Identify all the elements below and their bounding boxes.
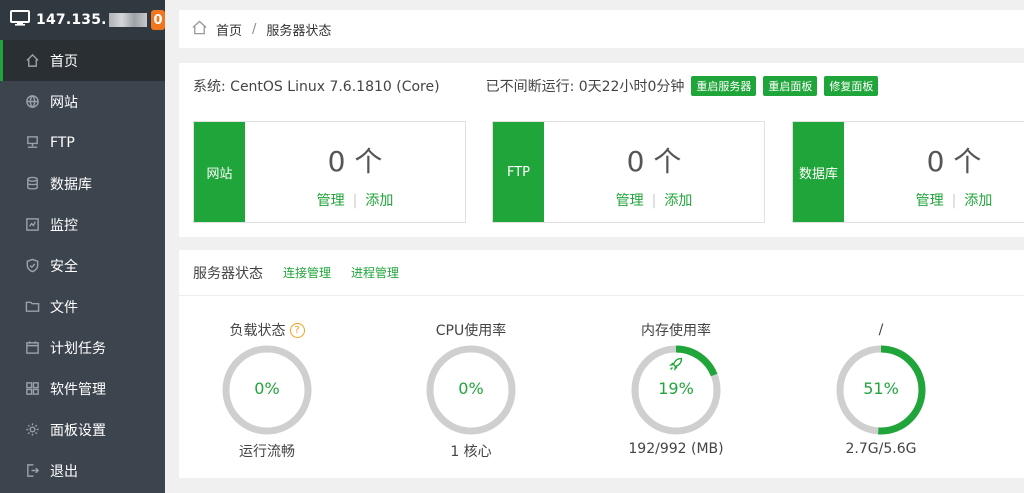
breadcrumb-current: 服务器状态 xyxy=(266,23,332,39)
add-link[interactable]: 添加 xyxy=(964,193,992,209)
server-ip: 147.135. xyxy=(36,12,107,28)
memory-gauge[interactable]: 内存使用率 19% 192/992 (MB) xyxy=(611,320,741,457)
gauge-foot: 192/992 (MB) xyxy=(628,441,724,457)
status-header: 服务器状态 连接管理 进程管理 xyxy=(179,250,1024,296)
card-label: 网站 xyxy=(194,122,245,222)
notification-badge[interactable]: 0 xyxy=(151,10,165,30)
logout-icon xyxy=(24,463,40,479)
manage-link[interactable]: 管理 xyxy=(616,193,644,209)
calendar-icon xyxy=(24,340,40,356)
sidebar-item-software[interactable]: 软件管理 xyxy=(0,368,165,409)
link-divider: | xyxy=(651,193,657,209)
add-link[interactable]: 添加 xyxy=(365,193,393,209)
card-links: 管理 | 添加 xyxy=(544,190,764,210)
gauge-title: / xyxy=(878,322,884,338)
uptime-info: 已不间断运行: 0天22小时0分钟 xyxy=(485,79,685,95)
repair-panel-button[interactable]: 修复面板 xyxy=(824,76,879,96)
sidebar-item-files[interactable]: 文件 xyxy=(0,286,165,327)
server-header: 147.135. 0 xyxy=(0,0,165,40)
gauge-foot: 运行流畅 xyxy=(239,444,295,460)
sidebar-item-label: 数据库 xyxy=(50,176,92,193)
os-info: 系统: CentOS Linux 7.6.1810 (Core) xyxy=(193,79,440,95)
gauge-value: 0% xyxy=(458,379,484,398)
sidebar-item-label: 安全 xyxy=(50,258,78,275)
home-icon[interactable] xyxy=(191,19,208,40)
manage-link[interactable]: 管理 xyxy=(317,193,345,209)
sidebar-item-database[interactable]: 数据库 xyxy=(0,163,165,204)
link-divider: | xyxy=(352,193,358,209)
breadcrumb-home[interactable]: 首页 xyxy=(216,20,242,39)
card-label: FTP xyxy=(493,122,544,222)
card-label: 数据库 xyxy=(793,122,844,222)
sidebar: 147.135. 0 首页 网站 FTP 数据库 监控 安全 文件 计划任务 软… xyxy=(0,0,165,493)
sidebar-item-label: 退出 xyxy=(50,463,78,480)
overview-panel: 系统: CentOS Linux 7.6.1810 (Core) 已不间断运行:… xyxy=(179,63,1024,237)
server-status-panel: 服务器状态 连接管理 进程管理 负载状态? 0% 运行流畅 CPU使用率 0% … xyxy=(179,250,1024,478)
sidebar-item-settings[interactable]: 面板设置 xyxy=(0,409,165,450)
manage-link[interactable]: 管理 xyxy=(916,193,944,209)
gauge-title: 负载状态 xyxy=(229,323,286,339)
masked-ip xyxy=(108,13,148,27)
gauge-value: 51% xyxy=(863,379,899,398)
sidebar-item-ftp[interactable]: FTP xyxy=(0,122,165,163)
monitor-icon xyxy=(24,217,40,233)
home-icon xyxy=(24,53,40,69)
cpu-gauge[interactable]: CPU使用率 0% 1 核心 xyxy=(406,320,536,461)
load-gauge[interactable]: 负载状态? 0% 运行流畅 xyxy=(202,320,332,461)
database-icon xyxy=(24,176,40,192)
add-link[interactable]: 添加 xyxy=(664,193,692,209)
gauge-foot: 2.7G/5.6G xyxy=(845,441,917,457)
websites-card: 网站 0 个 管理 | 添加 xyxy=(193,121,466,223)
sidebar-item-label: 网站 xyxy=(50,94,78,111)
gauge-value: 0% xyxy=(254,379,280,398)
system-info-bar: 系统: CentOS Linux 7.6.1810 (Core) 已不间断运行:… xyxy=(179,63,1024,109)
sidebar-item-security[interactable]: 安全 xyxy=(0,245,165,286)
card-links: 管理 | 添加 xyxy=(844,190,1024,210)
sidebar-item-label: 首页 xyxy=(50,53,78,70)
help-icon[interactable]: ? xyxy=(289,322,305,338)
database-card: 数据库 0 个 管理 | 添加 xyxy=(792,121,1024,223)
restart-panel-button[interactable]: 重启面板 xyxy=(763,76,818,96)
rocket-icon[interactable] xyxy=(668,356,684,372)
sidebar-item-label: 监控 xyxy=(50,217,78,234)
link-divider: | xyxy=(951,193,957,209)
gear-icon xyxy=(24,422,40,438)
apps-icon xyxy=(24,381,40,397)
monitor-icon xyxy=(10,10,30,30)
tab-processes[interactable]: 进程管理 xyxy=(351,264,399,281)
sidebar-item-home[interactable]: 首页 xyxy=(0,40,165,81)
status-title: 服务器状态 xyxy=(193,265,263,282)
sidebar-item-label: 计划任务 xyxy=(50,340,106,357)
shield-icon xyxy=(24,258,40,274)
sidebar-item-label: 软件管理 xyxy=(50,381,106,398)
gauge-foot: 1 核心 xyxy=(450,444,492,460)
sidebar-item-monitor[interactable]: 监控 xyxy=(0,204,165,245)
card-count: 0 个 xyxy=(626,145,682,178)
sidebar-item-label: 面板设置 xyxy=(50,422,106,439)
breadcrumb: 首页 / 服务器状态 xyxy=(179,10,1024,48)
folder-icon xyxy=(24,299,40,315)
restart-server-button[interactable]: 重启服务器 xyxy=(691,76,757,96)
globe-icon xyxy=(24,94,40,110)
sidebar-item-label: FTP xyxy=(50,134,75,151)
sidebar-item-websites[interactable]: 网站 xyxy=(0,81,165,122)
card-count: 0 个 xyxy=(926,145,982,178)
gauge-title: CPU使用率 xyxy=(435,323,507,339)
breadcrumb-separator: / xyxy=(252,21,257,37)
ftp-icon xyxy=(24,135,40,151)
sidebar-item-cron[interactable]: 计划任务 xyxy=(0,327,165,368)
gauge-value: 19% xyxy=(658,379,694,398)
sidebar-item-logout[interactable]: 退出 xyxy=(0,450,165,491)
disk-gauge[interactable]: / 51% 2.7G/5.6G xyxy=(816,320,946,457)
card-links: 管理 | 添加 xyxy=(245,190,465,210)
gauge-title: 内存使用率 xyxy=(641,323,711,339)
ftp-card: FTP 0 个 管理 | 添加 xyxy=(492,121,765,223)
sidebar-item-label: 文件 xyxy=(50,299,78,316)
tab-connections[interactable]: 连接管理 xyxy=(283,264,331,281)
card-count: 0 个 xyxy=(327,145,383,178)
